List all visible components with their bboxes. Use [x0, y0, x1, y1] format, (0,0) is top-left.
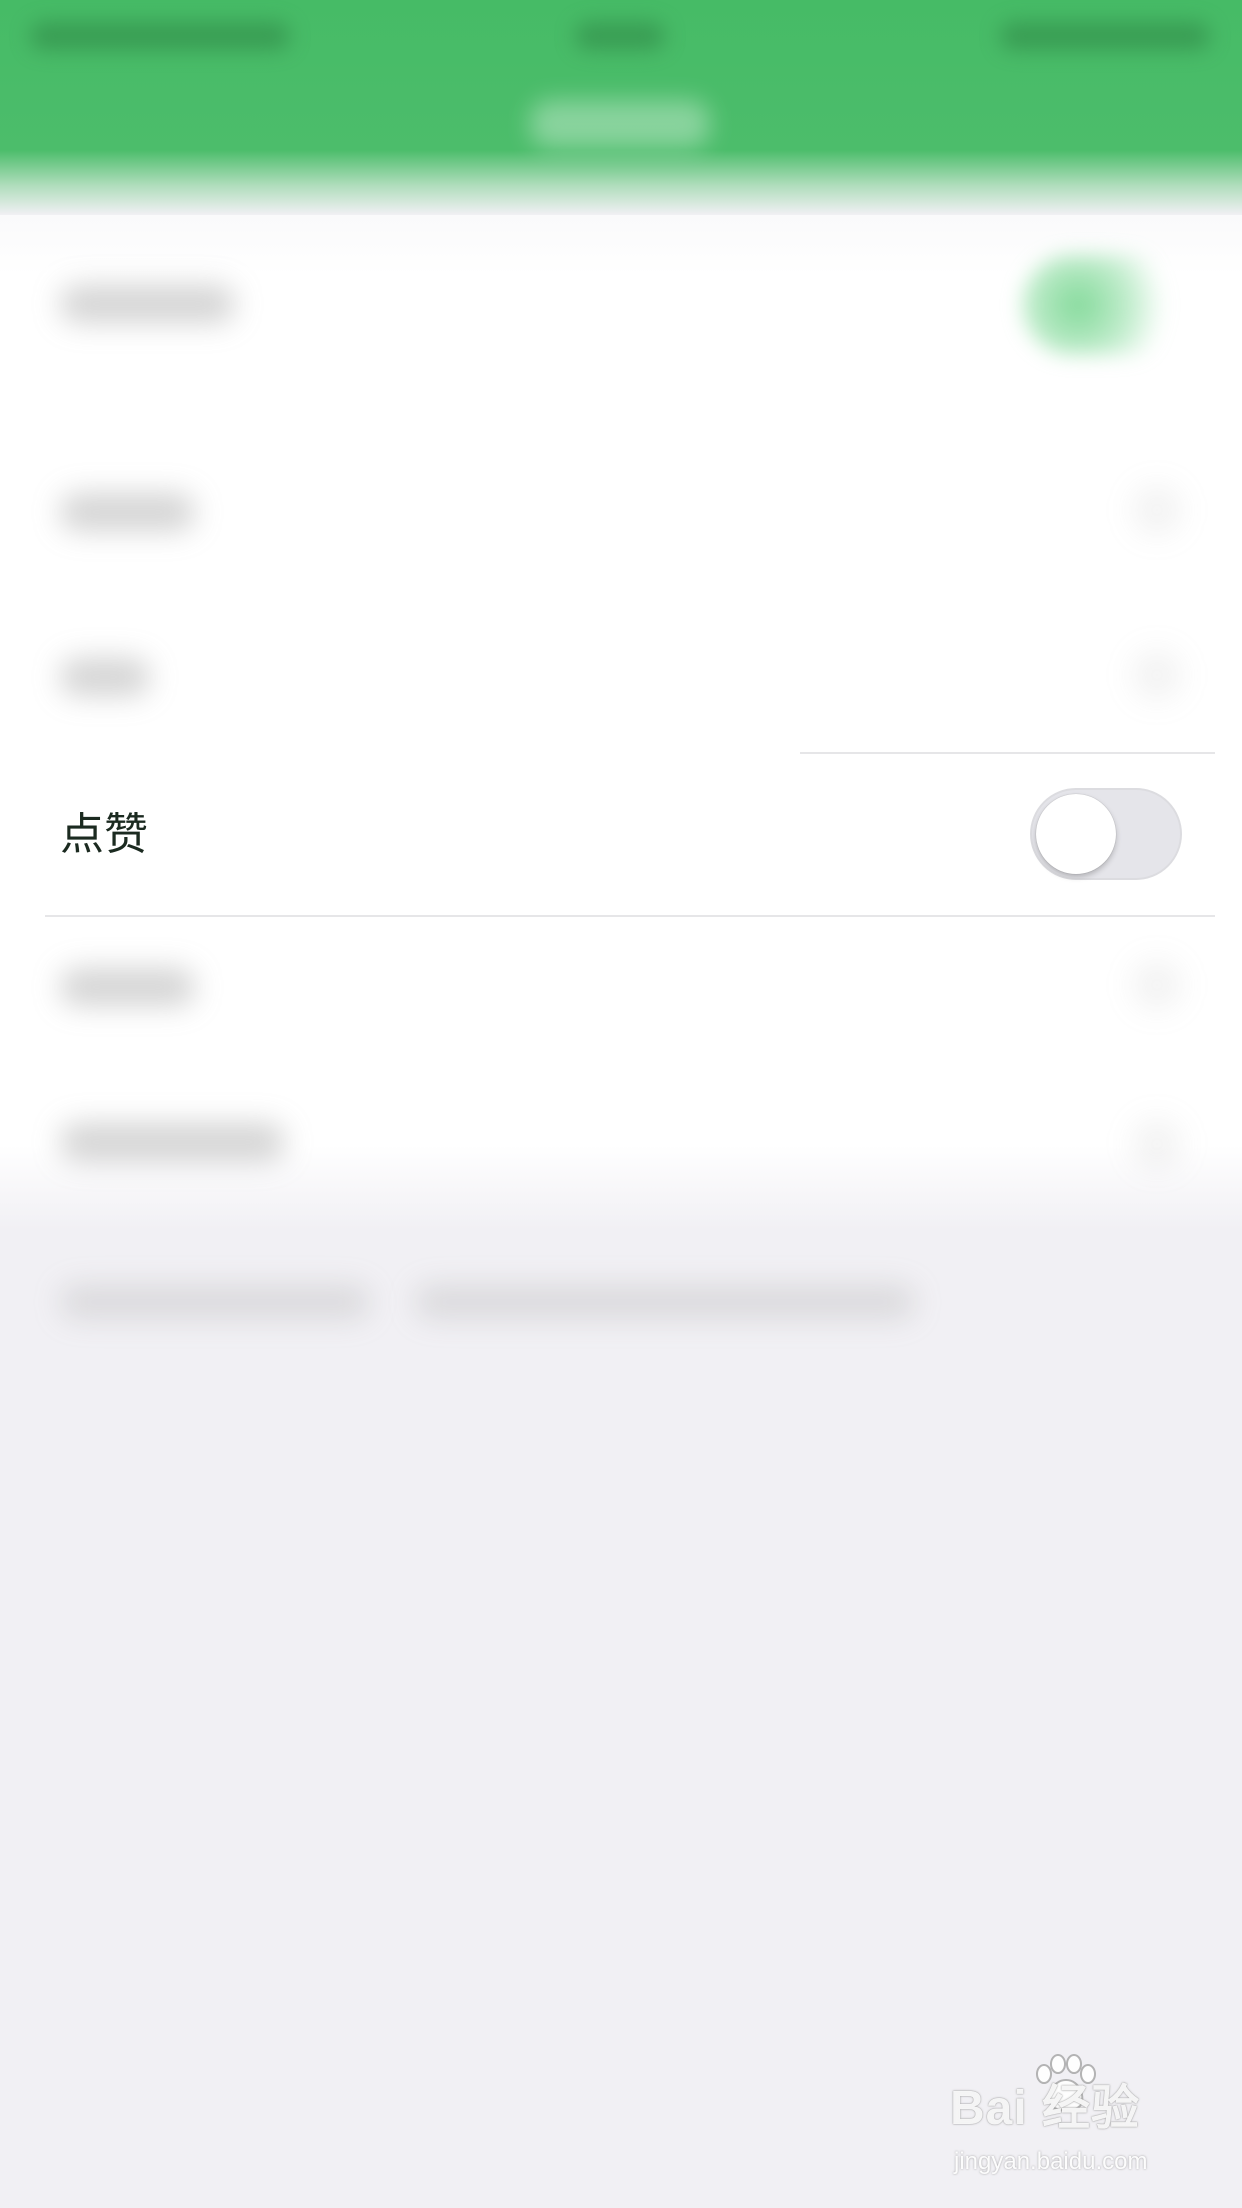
settings-row-3[interactable] — [0, 620, 1242, 730]
footnote-text — [60, 1285, 370, 1319]
baidu-jingyan-watermark: Bai 经验 jingyan.baidu.com — [950, 2054, 1190, 2188]
toggle-switch-on[interactable] — [1022, 255, 1182, 355]
watermark-brand: Bai 经验 — [950, 2082, 1141, 2135]
watermark-url: jingyan.baidu.com — [954, 2148, 1148, 2175]
chevron-right-icon — [1132, 485, 1182, 535]
settings-row-1[interactable] — [0, 215, 1242, 395]
settings-row-label — [60, 285, 235, 323]
status-bar-time — [575, 22, 665, 50]
settings-row-label — [60, 658, 150, 696]
settings-row-like[interactable]: 点赞 — [0, 752, 1242, 917]
settings-row-2[interactable] — [0, 455, 1242, 565]
page-title — [530, 100, 710, 148]
status-bar-left — [30, 22, 290, 50]
settings-row-6[interactable] — [0, 1095, 1242, 1205]
like-toggle-switch[interactable] — [1030, 788, 1182, 880]
settings-row-label — [60, 493, 195, 531]
chevron-right-icon — [1132, 650, 1182, 700]
settings-row-5[interactable] — [0, 930, 1242, 1040]
footnote-text — [415, 1285, 915, 1319]
navigation-bar — [0, 0, 1242, 215]
settings-row-label — [60, 1123, 285, 1161]
chevron-right-icon — [1132, 960, 1182, 1010]
divider — [45, 915, 1215, 917]
toggle-knob[interactable] — [1036, 794, 1116, 874]
status-bar-right — [1000, 22, 1210, 50]
settings-group — [0, 215, 1242, 1230]
divider — [800, 752, 1215, 754]
chevron-right-icon — [1132, 1119, 1182, 1169]
settings-row-label — [60, 968, 195, 1006]
like-label: 点赞 — [60, 809, 148, 860]
